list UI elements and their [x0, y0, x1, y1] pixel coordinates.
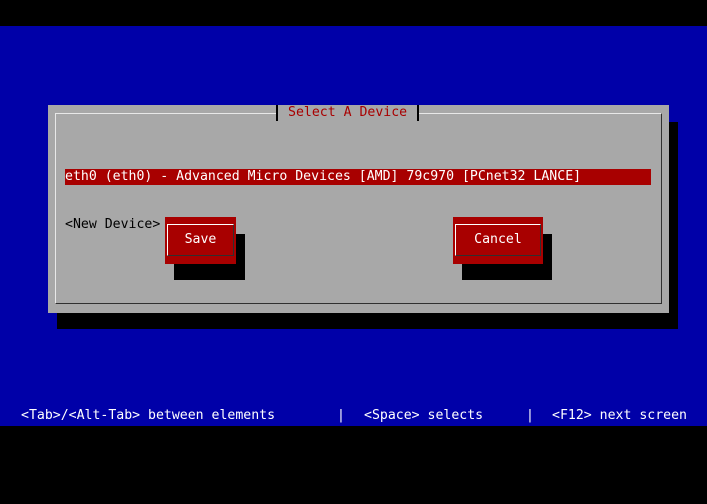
save-button[interactable]: Save — [165, 217, 236, 264]
cancel-button[interactable]: Cancel — [453, 217, 543, 264]
hint-f12: <F12> next screen — [552, 408, 687, 423]
select-device-dialog: Select A Device eth0 (eth0) - Advanced M… — [48, 105, 669, 313]
device-listbox[interactable]: eth0 (eth0) - Advanced Micro Devices [AM… — [65, 137, 651, 265]
device-item-eth0[interactable]: eth0 (eth0) - Advanced Micro Devices [AM… — [65, 169, 651, 185]
dialog-title: Select A Device — [276, 105, 420, 121]
hint-space: <Space> selects — [364, 408, 484, 423]
save-button-label: Save — [167, 224, 234, 256]
status-separator-1: | — [337, 408, 345, 423]
status-separator-2: | — [526, 408, 534, 423]
hint-tab: <Tab>/<Alt-Tab> between elements — [21, 408, 276, 423]
cancel-button-label: Cancel — [455, 224, 541, 256]
status-bar: <Tab>/<Alt-Tab> between elements | <Spac… — [0, 408, 707, 424]
device-item-new[interactable]: <New Device> — [65, 217, 651, 233]
